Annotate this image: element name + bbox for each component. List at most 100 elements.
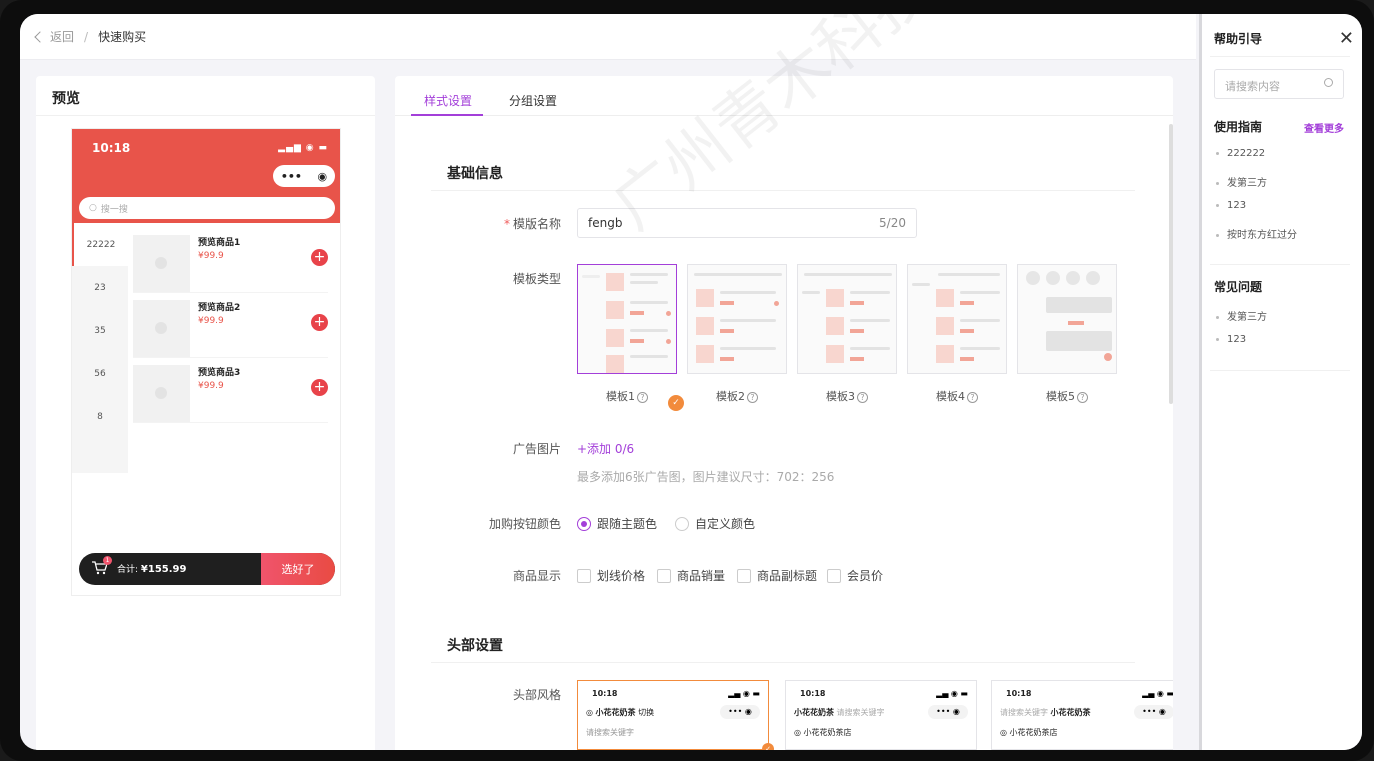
- breadcrumb-separator: /: [84, 29, 89, 44]
- product-item: 预览商品2 ¥99.9 +: [133, 296, 328, 358]
- phone-search-placeholder: 搜一搜: [100, 204, 128, 215]
- help-icon[interactable]: ?: [637, 392, 648, 403]
- phone-time: 10:18: [92, 141, 131, 155]
- back-link[interactable]: 返回: [34, 28, 75, 45]
- help-search-input[interactable]: 请搜索内容: [1214, 69, 1344, 99]
- template-thumbnail: [907, 264, 1007, 374]
- radio-label: 自定义颜色: [695, 517, 756, 531]
- guide-item[interactable]: 222222: [1216, 148, 1265, 159]
- back-label: 返回: [50, 30, 75, 44]
- header-store-name: 小花花奶茶店: [1009, 728, 1058, 737]
- help-icon[interactable]: ?: [747, 392, 758, 403]
- template-option-4[interactable]: 模板4?: [907, 264, 1007, 404]
- phone-search: ○ 搜一搜: [79, 197, 335, 219]
- help-icon[interactable]: ?: [857, 392, 868, 403]
- active-tab-indicator: [411, 114, 483, 116]
- header-style-label: 头部风格: [512, 688, 561, 702]
- close-icon[interactable]: ✕: [1339, 28, 1354, 49]
- template-name-value: fengb: [588, 216, 623, 230]
- product-item: 预览商品1 ¥99.9 +: [133, 231, 328, 293]
- cart-bar: 1 合计: ¥155.99 选好了: [79, 553, 335, 585]
- radio-custom-color[interactable]: 自定义颜色: [675, 515, 755, 532]
- faq-item[interactable]: 发第三方: [1216, 308, 1267, 323]
- breadcrumb-current: 快速购买: [98, 30, 147, 44]
- divider: [431, 662, 1135, 663]
- template-name-label-text: 模版名称: [512, 217, 561, 231]
- divider: [431, 190, 1135, 191]
- guide-title: 使用指南: [1214, 120, 1263, 134]
- template-caption-text: 模板1: [606, 390, 635, 403]
- checkbox-strike-price[interactable]: 划线价格: [577, 567, 645, 584]
- template-caption: 模板3?: [797, 388, 897, 404]
- add-ad-image-link[interactable]: +添加 0/6: [577, 440, 634, 457]
- template-caption-text: 模板4: [936, 390, 965, 403]
- help-panel: 帮助引导 ✕ 请搜索内容 使用指南 查看更多 222222 发第三方 123 按…: [1199, 14, 1362, 750]
- category-item: 35: [94, 325, 106, 336]
- header-search: 请搜索关键字: [586, 728, 634, 737]
- header-shop: 请搜索关键字 小花花奶茶: [1000, 707, 1091, 718]
- add-icon: +: [311, 249, 328, 266]
- search-icon: [1324, 78, 1333, 87]
- checkbox: [827, 568, 841, 583]
- capsule-icon: ••• ◉: [928, 705, 968, 719]
- checkbox: [737, 568, 751, 583]
- guide-item[interactable]: 按时东方红过分: [1216, 226, 1297, 241]
- faq-item[interactable]: 123: [1216, 334, 1246, 345]
- view-more-link[interactable]: 查看更多: [1304, 120, 1344, 135]
- product-image: [133, 365, 190, 422]
- header-style-option-1[interactable]: 10:18 ▂▄ ◉ ▬ ◎ 小花花奶茶 切换 请搜索关键字 ••• ◉ ✓: [577, 680, 774, 750]
- template-thumbnail: [577, 264, 677, 374]
- scrollbar[interactable]: [1169, 124, 1173, 404]
- check-icon: ✓: [668, 395, 684, 411]
- template-thumbnail: [687, 264, 787, 374]
- header-style-option-3[interactable]: 10:18 ▂▄ ◉ ▬ 请搜索关键字 小花花奶茶 ◎ 小花花奶茶店 ••• ◉: [991, 680, 1173, 750]
- radio-follow-theme[interactable]: 跟随主题色: [577, 515, 657, 532]
- char-count: 5/20: [879, 216, 906, 230]
- header-time: 10:18: [800, 689, 826, 698]
- add-icon: +: [311, 314, 328, 331]
- checkbox-label: 会员价: [847, 569, 884, 583]
- template-caption-text: 模板5: [1046, 390, 1075, 403]
- tab-style-settings[interactable]: 样式设置: [424, 92, 472, 109]
- template-name-input[interactable]: fengb 5/20: [577, 208, 917, 238]
- header-switch: 切换: [638, 708, 655, 717]
- template-name-label: * 模版名称: [441, 215, 561, 232]
- chevron-left-icon: [34, 30, 46, 43]
- status-icons: ▂▄ ◉ ▬: [1142, 689, 1173, 698]
- more-icon: •••: [280, 169, 302, 183]
- header-shop-name: 小花花奶茶: [1050, 708, 1091, 717]
- template-option-3[interactable]: 模板3?: [797, 264, 897, 404]
- header-time: 10:18: [1006, 689, 1032, 698]
- radio-dot: [675, 516, 689, 531]
- guide-item[interactable]: 123: [1216, 200, 1246, 211]
- checkbox-label: 商品副标题: [757, 569, 818, 583]
- template-option-5[interactable]: 模板5?: [1017, 264, 1117, 404]
- tab-group-settings[interactable]: 分组设置: [509, 92, 557, 109]
- guide-item[interactable]: 发第三方: [1216, 174, 1267, 189]
- checkbox-subtitle[interactable]: 商品副标题: [737, 567, 817, 584]
- cart-total-value: ¥155.99: [140, 564, 187, 575]
- header-shop-name: 小花花奶茶: [794, 708, 834, 717]
- phone-header: 10:18 ▂▄▆ ◉ ▬ ••• ◉ ○ 搜一搜: [72, 129, 340, 223]
- header-style-option-2[interactable]: 10:18 ▂▄ ◉ ▬ 小花花奶茶 请搜索关键字 ◎ 小花花奶茶店 ••• ◉: [785, 680, 977, 750]
- category-item: 22222: [72, 223, 128, 266]
- checkbox: [577, 568, 591, 583]
- help-icon[interactable]: ?: [1077, 392, 1088, 403]
- header-search: 请搜索关键字: [1000, 708, 1048, 717]
- capsule-icon: ••• ◉: [1134, 705, 1173, 719]
- product-image: [133, 300, 190, 357]
- product-name: 预览商品3: [198, 368, 241, 378]
- ad-image-label: 广告图片: [512, 442, 561, 456]
- checkbox-member-price[interactable]: 会员价: [827, 567, 883, 584]
- help-icon[interactable]: ?: [967, 392, 978, 403]
- template-caption: 模板5?: [1017, 388, 1117, 404]
- template-caption-text: 模板3: [826, 390, 855, 403]
- template-option-1[interactable]: ✓ 模板1?: [577, 264, 684, 411]
- checkbox-sales[interactable]: 商品销量: [657, 567, 725, 584]
- product-display-label: 商品显示: [512, 569, 561, 583]
- section-title-header: 头部设置: [447, 638, 503, 654]
- cart-badge: 1: [103, 556, 112, 565]
- check-icon: ✓: [762, 743, 774, 750]
- template-thumbnail: [1017, 264, 1117, 374]
- template-option-2[interactable]: 模板2?: [687, 264, 787, 404]
